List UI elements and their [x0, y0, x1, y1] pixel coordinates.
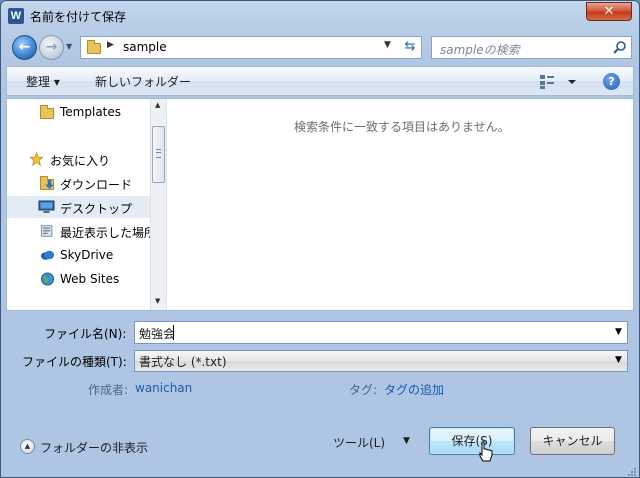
nav-item-label: SkyDrive: [60, 248, 114, 262]
cancel-button[interactable]: キャンセル: [530, 427, 615, 455]
resize-grip-icon[interactable]: [625, 465, 637, 477]
nav-item-web-sites[interactable]: Web Sites: [7, 268, 150, 290]
text-caret: [173, 325, 174, 340]
breadcrumb-sample[interactable]: sample: [123, 40, 167, 54]
skydrive-icon: [40, 250, 55, 260]
navigation-bar: ← → ▼ ▶ sample ▼ ⇆ sampleの検索: [1, 32, 639, 62]
filename-value: 勉強会: [139, 327, 176, 341]
web-sites-icon: [40, 272, 55, 286]
mouse-pointer-icon: [479, 441, 493, 462]
nav-item-label: お気に入り: [50, 154, 111, 168]
download-arrow-icon: [45, 180, 54, 189]
filetype-dropdown-icon[interactable]: ▼: [615, 355, 622, 365]
filename-dropdown-icon[interactable]: ▼: [615, 327, 622, 337]
nav-item-desktop[interactable]: デスクトップ: [7, 196, 150, 218]
filetype-label: ファイルの種類(T):: [22, 355, 127, 369]
desktop-icon: [38, 200, 55, 213]
nav-item-favorites[interactable]: お気に入り: [7, 148, 150, 170]
tools-button[interactable]: ツール(L) ▼: [333, 433, 413, 451]
folder-icon: [40, 105, 54, 119]
tools-dropdown-icon: ▼: [403, 436, 410, 446]
nav-item-downloads[interactable]: ダウンロード: [7, 172, 150, 194]
search-icon[interactable]: [612, 40, 628, 56]
nav-item-label: 最近表示した場所: [60, 226, 150, 240]
nav-item-label: デスクトップ: [60, 202, 133, 216]
empty-results-message: 検索条件に一致する項目はありません。: [294, 120, 510, 134]
save-button[interactable]: 保存(S): [429, 427, 515, 455]
address-bar[interactable]: ▶ sample ▼: [80, 36, 422, 59]
word-app-icon[interactable]: W: [8, 8, 24, 24]
filetype-select[interactable]: 書式なし (*.txt) ▼: [134, 350, 628, 372]
organize-button[interactable]: 整理 ▾: [26, 73, 60, 90]
folder-icon: [87, 40, 101, 54]
filename-field[interactable]: 勉強会 ▼: [134, 321, 628, 344]
back-button[interactable]: ←: [12, 35, 37, 60]
address-dropdown-icon[interactable]: ▼: [384, 40, 391, 50]
recent-places-icon: [40, 225, 53, 237]
hide-folders-label: フォルダーの非表示: [40, 441, 149, 455]
nav-item-skydrive[interactable]: SkyDrive: [7, 244, 150, 266]
breadcrumb-separator-icon[interactable]: ▶: [107, 40, 114, 50]
nav-item-label: Web Sites: [60, 272, 120, 286]
add-tag-link[interactable]: タグの追加: [384, 381, 444, 398]
tags-label: タグ:: [349, 383, 378, 397]
new-folder-button[interactable]: 新しいフォルダー: [95, 73, 191, 90]
nav-item-label: ダウンロード: [60, 178, 133, 192]
tools-label: ツール(L): [333, 436, 386, 450]
change-view-icon[interactable]: [538, 73, 578, 90]
author-label: 作成者:: [88, 383, 129, 397]
scrollbar-thumb[interactable]: [152, 126, 165, 183]
star-icon: [29, 152, 44, 166]
dialog-title: 名前を付けて保存: [30, 10, 127, 24]
navigation-scrollbar[interactable]: ▲ ▼: [150, 99, 166, 310]
filetype-value: 書式なし (*.txt): [139, 355, 227, 369]
scroll-up-icon[interactable]: ▲: [155, 101, 160, 109]
scroll-down-icon[interactable]: ▼: [155, 297, 160, 305]
help-button[interactable]: ?: [603, 73, 620, 90]
author-value[interactable]: wanichan: [135, 381, 192, 395]
save-as-dialog: W 名前を付けて保存 ✕ ← → ▼ ▶ sample ▼ ⇆ sampleの検…: [0, 0, 640, 478]
close-button[interactable]: ✕: [586, 2, 632, 21]
search-placeholder: sampleの検索: [440, 43, 520, 57]
refresh-icon[interactable]: ⇆: [399, 36, 421, 59]
nav-item-recent-places[interactable]: 最近表示した場所: [7, 220, 150, 242]
search-input[interactable]: sampleの検索: [431, 36, 632, 59]
command-bar: 整理 ▾ 新しいフォルダー ?: [6, 66, 634, 96]
recent-locations-dropdown-icon[interactable]: ▼: [66, 42, 76, 52]
collapse-up-icon: ▲: [20, 439, 35, 454]
browser-panes: Templates お気に入り ダウンロード デスクトップ 最近表示した場所 S…: [6, 98, 634, 311]
nav-item-templates[interactable]: Templates: [7, 101, 150, 123]
filename-label: ファイル名(N):: [44, 327, 127, 341]
title-bar[interactable]: W 名前を付けて保存 ✕: [1, 1, 639, 31]
nav-item-label: Templates: [60, 105, 122, 119]
navigation-pane: Templates お気に入り ダウンロード デスクトップ 最近表示した場所 S…: [7, 99, 167, 310]
forward-button[interactable]: →: [39, 35, 64, 60]
